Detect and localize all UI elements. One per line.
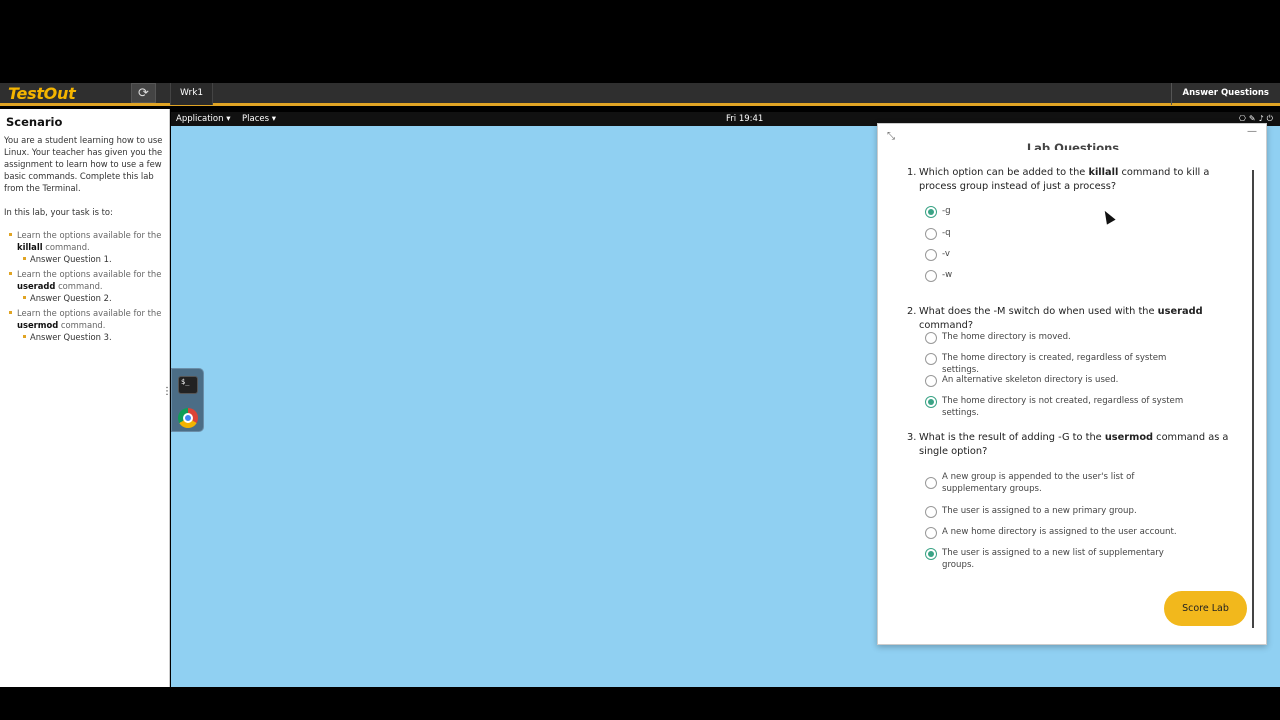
radio-button[interactable] xyxy=(925,506,937,518)
dialog-title: Lab Questions xyxy=(1026,142,1120,150)
pen-icon: ✎ xyxy=(1248,114,1259,123)
question-1: 1. Which option can be added to the kill… xyxy=(907,167,1210,192)
scenario-panel: Scenario You are a student learning how … xyxy=(0,109,170,687)
radio-button[interactable] xyxy=(925,527,937,539)
task-item: Learn the options available for the userm… xyxy=(4,307,165,331)
dock: $_ xyxy=(171,368,204,432)
testout-toolbar: TestOut ⟳ Wrk1 Answer Questions xyxy=(0,83,1280,106)
dock-handle-icon[interactable]: ⋮ xyxy=(162,387,172,407)
terminal-icon[interactable]: $_ xyxy=(178,376,198,394)
q3-option[interactable]: The user is assigned to a new primary gr… xyxy=(925,506,1195,518)
refresh-icon: ⟳ xyxy=(138,86,149,101)
application-menu[interactable]: Application ▾ xyxy=(176,112,230,126)
testout-logo: TestOut xyxy=(8,84,76,103)
radio-button[interactable] xyxy=(925,249,937,261)
q1-option[interactable]: -g xyxy=(925,206,1195,218)
q1-option[interactable]: -q xyxy=(925,228,1195,240)
task-subitem: Answer Question 1. xyxy=(4,253,165,265)
machine-tab[interactable]: Wrk1 xyxy=(170,83,214,105)
q3-option[interactable]: A new home directory is assigned to the … xyxy=(925,527,1195,539)
screen: TestOut ⟳ Wrk1 Answer Questions Scenario… xyxy=(0,0,1280,720)
q3-option[interactable]: A new group is appended to the user's li… xyxy=(925,472,1195,495)
q1-option[interactable]: -v xyxy=(925,249,1195,261)
radio-button[interactable] xyxy=(925,477,937,489)
q1-option[interactable]: -w xyxy=(925,270,1195,282)
score-lab-button[interactable]: Score Lab xyxy=(1164,591,1247,626)
q2-option[interactable]: The home directory is created, regardles… xyxy=(925,353,1195,376)
radio-button[interactable] xyxy=(925,353,937,365)
radio-button[interactable] xyxy=(925,332,937,344)
scenario-intro: You are a student learning how to use Li… xyxy=(4,135,163,193)
minimize-icon[interactable]: — xyxy=(1247,126,1257,137)
radio-button[interactable] xyxy=(925,206,937,218)
power-icon: ⏻ xyxy=(1266,114,1276,123)
q2-option[interactable]: An alternative skeleton directory is use… xyxy=(925,375,1195,387)
network-icon: ⎔ xyxy=(1238,114,1249,123)
q2-option[interactable]: The home directory is not created, regar… xyxy=(925,396,1195,419)
radio-button[interactable] xyxy=(925,375,937,387)
q3-option[interactable]: The user is assigned to a new list of su… xyxy=(925,548,1195,571)
answer-questions-button[interactable]: Answer Questions xyxy=(1170,83,1280,105)
q2-option[interactable]: The home directory is moved. xyxy=(925,332,1195,344)
places-menu[interactable]: Places ▾ xyxy=(242,112,276,126)
refresh-button[interactable]: ⟳ xyxy=(131,83,156,103)
task-item: Learn the options available for the usera… xyxy=(4,268,165,292)
task-list: Learn the options available for the killa… xyxy=(4,229,165,343)
scenario-title: Scenario xyxy=(6,115,63,129)
task-item: Learn the options available for the killa… xyxy=(4,229,165,253)
radio-button[interactable] xyxy=(925,548,937,560)
volume-icon: ♪ xyxy=(1258,114,1267,123)
clock[interactable]: Fri 19:41 xyxy=(726,112,763,126)
radio-button[interactable] xyxy=(925,228,937,240)
task-intro: In this lab, your task is to: xyxy=(4,207,113,217)
question-3: 3. What is the result of adding -G to th… xyxy=(907,432,1229,457)
chrome-icon[interactable] xyxy=(178,408,198,428)
scrollbar[interactable] xyxy=(1252,170,1254,628)
radio-button[interactable] xyxy=(925,396,937,408)
task-subitem: Answer Question 2. xyxy=(4,292,165,304)
collapse-icon[interactable]: ⤡ xyxy=(887,131,895,142)
question-2: 2. What does the -M switch do when used … xyxy=(907,306,1203,331)
radio-button[interactable] xyxy=(925,270,937,282)
lab-questions-dialog: ⤡ — Lab Questions 1. Which option can be… xyxy=(877,123,1267,645)
task-subitem: Answer Question 3. xyxy=(4,331,165,343)
